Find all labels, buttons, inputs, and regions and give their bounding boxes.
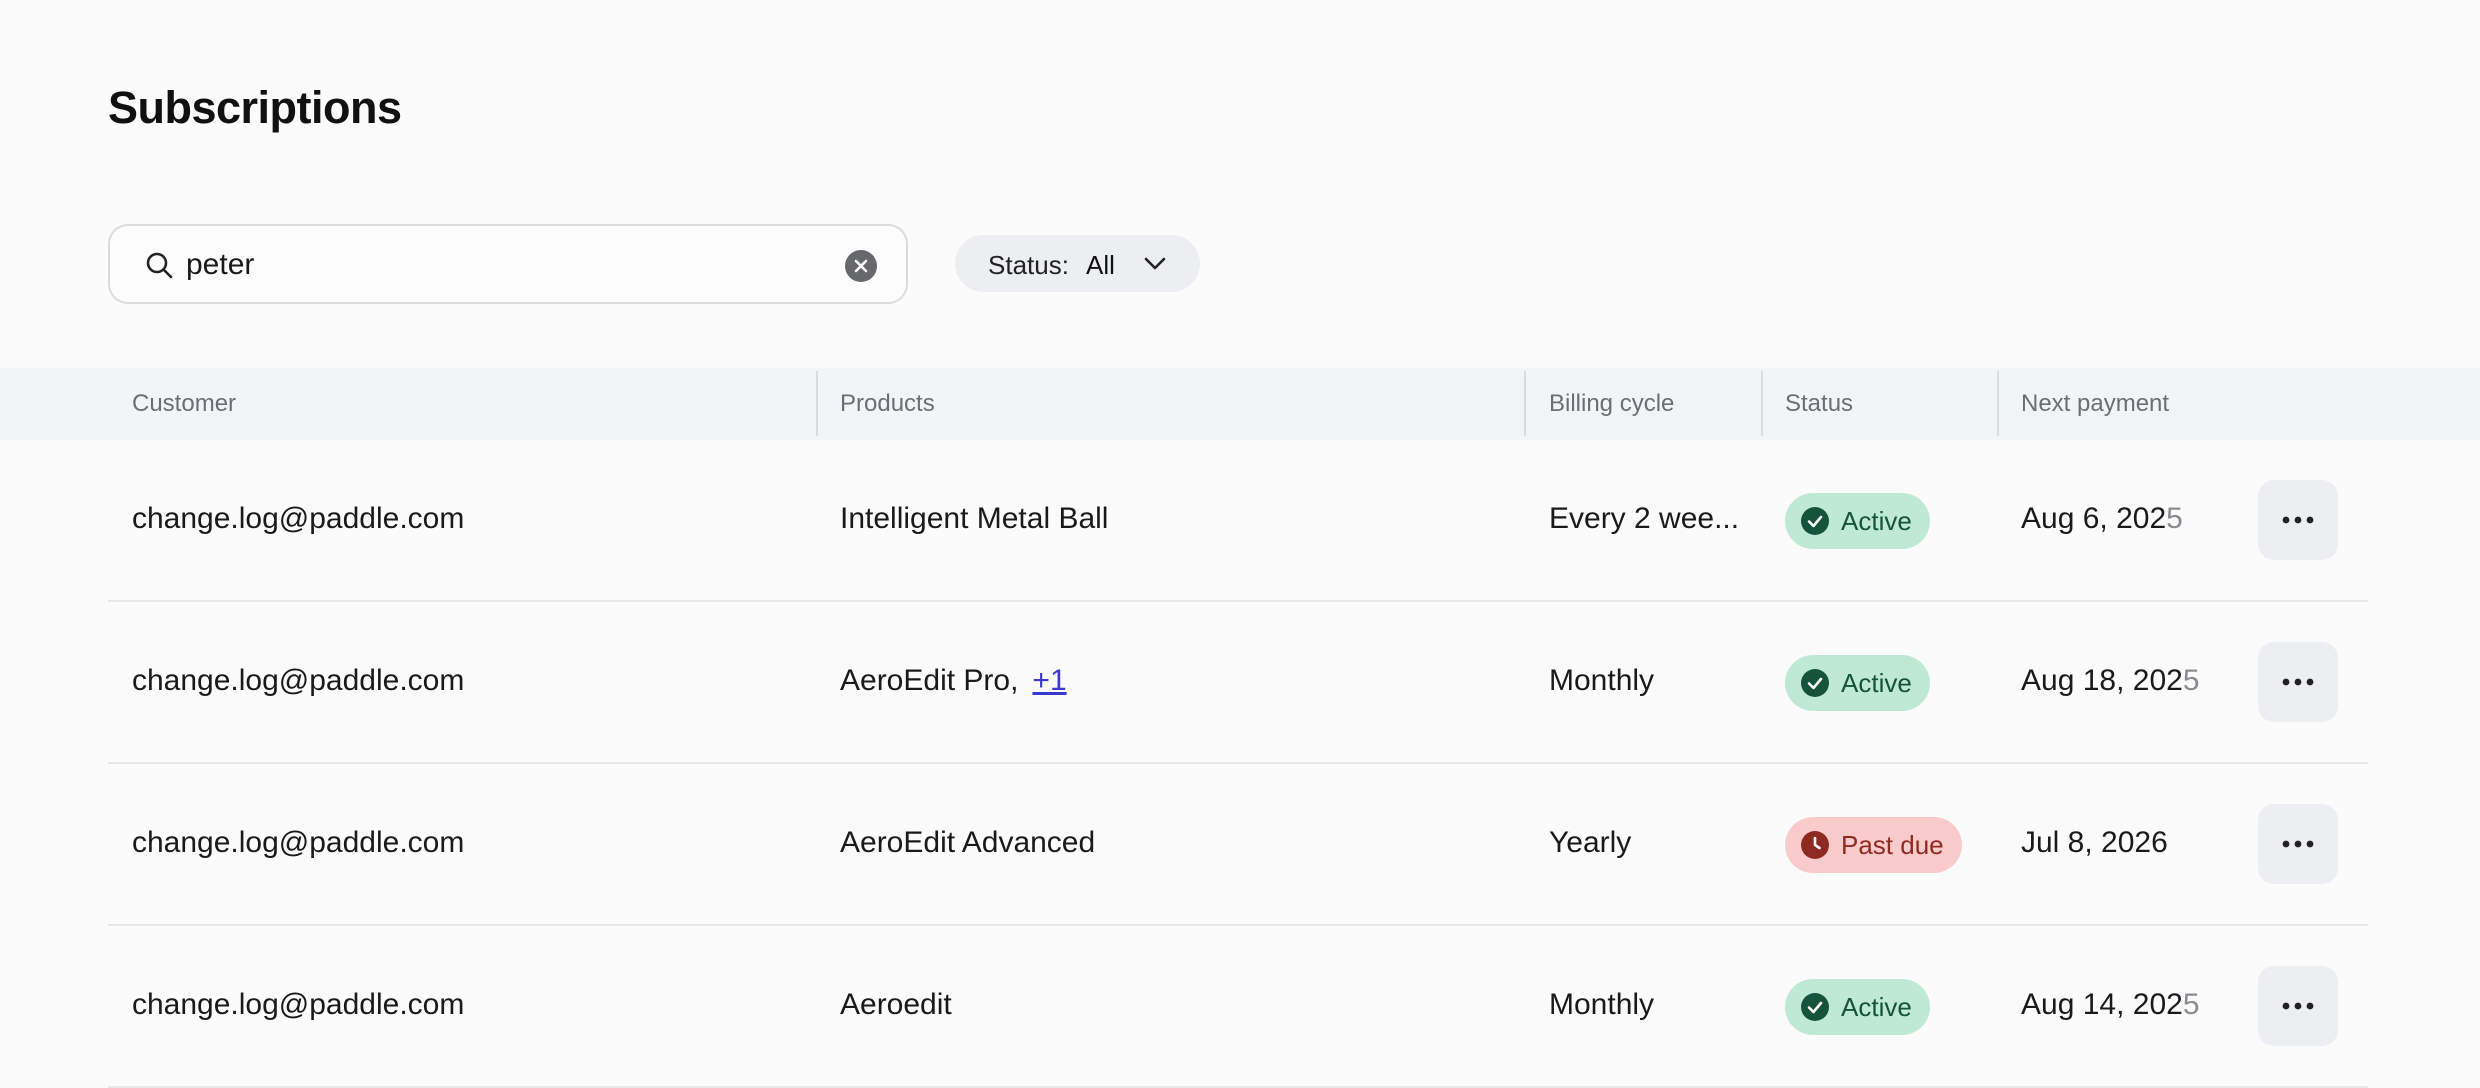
product-label: AeroEdit Advanced: [840, 826, 1096, 859]
customer-email: change.log@paddle.com: [132, 502, 465, 535]
status-text: Active: [1841, 505, 1912, 536]
billing-cycle: Monthly: [1549, 664, 1655, 697]
status-badge: Active: [1785, 493, 1930, 549]
status-badge: Active: [1785, 655, 1930, 711]
column-header-billing-cycle[interactable]: Billing cycle: [1549, 390, 1674, 418]
billing-cycle: Yearly: [1549, 826, 1632, 859]
product-name: Intelligent Metal Ball: [840, 502, 1108, 536]
column-divider[interactable]: [1997, 371, 1999, 436]
row-actions-button[interactable]: [2258, 480, 2338, 560]
date-main: Aug 14, 202: [2021, 988, 2183, 1021]
column-header-next-payment[interactable]: Next payment: [2021, 390, 2169, 418]
search-field[interactable]: peter: [108, 224, 908, 304]
status-badge: Past due: [1785, 817, 1962, 873]
page-title: Subscriptions: [108, 82, 402, 133]
column-divider[interactable]: [1761, 371, 1763, 436]
status-filter-label: Status:: [988, 250, 1069, 280]
date-tail: 5: [2182, 664, 2200, 697]
search-icon: [146, 252, 173, 279]
column-header-status[interactable]: Status: [1785, 390, 1853, 418]
more-horizontal-icon: [2282, 516, 2314, 524]
date-tail: 5: [2166, 502, 2183, 535]
product-label: Aeroedit: [840, 988, 952, 1021]
product-name: AeroEdit Pro, +1: [840, 664, 1067, 698]
status-filter-dropdown[interactable]: Status: All: [955, 235, 1200, 292]
customer-email: change.log@paddle.com: [132, 988, 465, 1021]
status-badge: Active: [1785, 979, 1930, 1035]
more-horizontal-icon: [2282, 1002, 2314, 1010]
more-products-link[interactable]: +1: [1032, 664, 1066, 697]
table-row[interactable]: change.log@paddle.com AeroEdit Advanced …: [108, 764, 2368, 926]
check-circle-icon: [1801, 669, 1829, 697]
date-main: Aug 18, 202: [2021, 664, 2183, 697]
table-row[interactable]: change.log@paddle.com Intelligent Metal …: [108, 440, 2368, 602]
more-horizontal-icon: [2282, 840, 2314, 848]
product-label: AeroEdit Pro,: [840, 664, 1019, 697]
column-header-customer[interactable]: Customer: [132, 390, 236, 418]
column-divider[interactable]: [1524, 371, 1526, 436]
customer-email: change.log@paddle.com: [132, 826, 465, 859]
clock-icon: [1801, 831, 1829, 859]
customer-email: change.log@paddle.com: [132, 664, 465, 697]
next-payment-date: Jul 8, 2026: [2021, 826, 2168, 860]
row-actions-button[interactable]: [2258, 642, 2338, 722]
date-tail: 5: [2182, 988, 2200, 1021]
product-label: Intelligent Metal Ball: [840, 502, 1109, 535]
billing-cycle: Every 2 wee...: [1549, 502, 1739, 535]
chevron-down-icon: [1144, 257, 1166, 270]
subscriptions-page: Subscriptions peter Status: All Customer…: [0, 0, 2480, 1088]
check-circle-icon: [1801, 507, 1829, 535]
row-actions-button[interactable]: [2258, 966, 2338, 1046]
status-filter-value: All: [1086, 250, 1115, 280]
status-text: Active: [1841, 991, 1912, 1022]
next-payment-date: Aug 6, 2025: [2021, 502, 2183, 536]
date-main: Jul 8, 2026: [2021, 826, 2168, 859]
table-row[interactable]: change.log@paddle.com AeroEdit Pro, +1 Mo…: [108, 602, 2368, 764]
column-header-products[interactable]: Products: [840, 390, 935, 418]
search-input[interactable]: peter: [186, 248, 254, 282]
date-main: Aug 6, 202: [2021, 502, 2167, 535]
next-payment-date: Aug 14, 2025: [2021, 988, 2200, 1022]
product-name: AeroEdit Advanced: [840, 826, 1095, 860]
more-horizontal-icon: [2282, 678, 2314, 686]
table-row[interactable]: change.log@paddle.com Aeroedit Monthly A…: [108, 926, 2368, 1088]
row-actions-button[interactable]: [2258, 804, 2338, 884]
status-text: Past due: [1841, 829, 1944, 860]
status-text: Active: [1841, 667, 1912, 698]
billing-cycle: Monthly: [1549, 988, 1655, 1021]
check-circle-icon: [1801, 993, 1829, 1021]
product-name: Aeroedit: [840, 988, 952, 1022]
next-payment-date: Aug 18, 2025: [2021, 664, 2200, 698]
column-divider[interactable]: [816, 371, 818, 436]
clear-circle-icon[interactable]: [845, 250, 877, 282]
